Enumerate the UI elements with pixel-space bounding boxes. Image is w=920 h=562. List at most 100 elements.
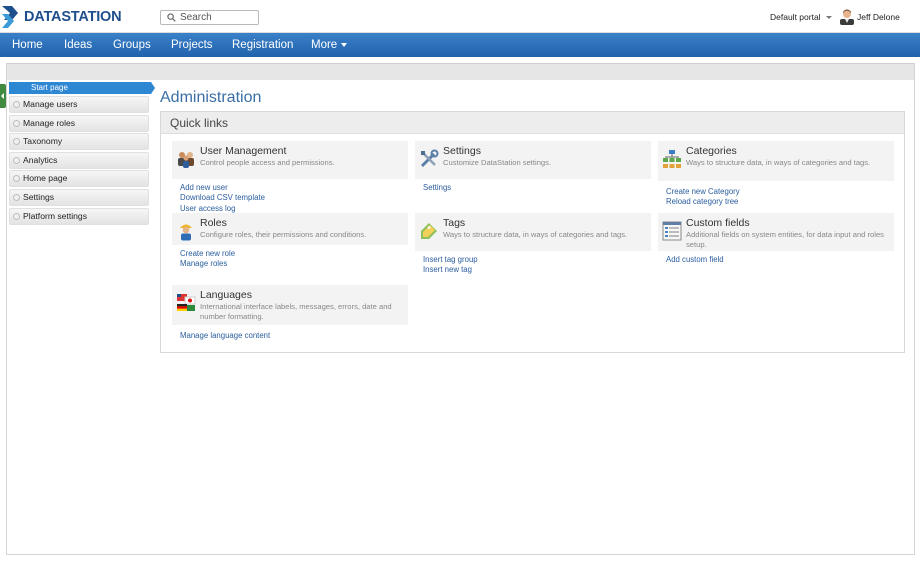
card-title: Tags xyxy=(443,217,466,229)
card-title: Settings xyxy=(443,145,481,157)
download-csv-template-link[interactable]: Download CSV template xyxy=(180,193,408,203)
add-new-user-link[interactable]: Add new user xyxy=(180,183,408,193)
bullet-icon xyxy=(13,212,20,220)
card-links: Manage language content xyxy=(172,325,408,341)
card-links: Insert tag group Insert new tag xyxy=(415,251,651,276)
nav-groups[interactable]: Groups xyxy=(113,33,151,57)
quick-links-panel: Quick links User Management Control peop… xyxy=(160,111,905,353)
card-title: Languages xyxy=(200,289,252,301)
insert-new-tag-link[interactable]: Insert new tag xyxy=(423,265,651,275)
sidebar-item-analytics[interactable]: Analytics xyxy=(9,151,149,169)
worker-icon xyxy=(180,224,192,241)
manage-language-content-link[interactable]: Manage language content xyxy=(180,331,408,341)
sidebar: Start page Manage users Manage roles Tax… xyxy=(9,82,155,226)
logo[interactable]: DATASTATION xyxy=(0,4,122,30)
quick-link-user-management: User Management Control people access an… xyxy=(172,141,408,214)
sidebar-item-start-page[interactable]: Start page xyxy=(9,82,155,94)
bullet-icon xyxy=(13,138,20,146)
sidebar-toggle-button[interactable] xyxy=(0,84,6,108)
page-title: Administration xyxy=(160,89,262,106)
card-description: Ways to structure data, in ways of categ… xyxy=(443,230,628,239)
card-description: Ways to structure data, in ways of categ… xyxy=(686,158,871,167)
frame-top-bar xyxy=(7,63,914,80)
card-description: International interface labels, messages… xyxy=(200,302,392,321)
card-description: Configure roles, their permissions and c… xyxy=(200,230,367,239)
sidebar-item-manage-roles[interactable]: Manage roles xyxy=(9,114,149,132)
brand-name: DATASTATION xyxy=(24,9,122,25)
quick-link-settings: Settings Customize DataStation settings.… xyxy=(415,141,651,193)
card-header: Roles Configure roles, their permissions… xyxy=(172,213,408,245)
portal-select[interactable]: Default portal xyxy=(770,12,832,22)
insert-tag-group-link[interactable]: Insert tag group xyxy=(423,255,651,265)
quick-link-languages: Languages International interface labels… xyxy=(172,285,408,341)
search-icon xyxy=(167,13,176,22)
create-new-role-link[interactable]: Create new role xyxy=(180,249,408,259)
sidebar-item-taxonomy[interactable]: Taxonomy xyxy=(9,133,149,151)
sidebar-item-home-page[interactable]: Home page xyxy=(9,170,149,188)
sidebar-item-label: Taxonomy xyxy=(23,136,63,147)
form-icon xyxy=(662,221,682,241)
quick-link-tags: Tags Ways to structure data, in ways of … xyxy=(415,213,651,276)
user-name: Jeff Delone xyxy=(857,11,900,22)
card-header: Categories Ways to structure data, in wa… xyxy=(658,141,894,181)
search-box[interactable] xyxy=(160,10,259,25)
card-description: Customize DataStation settings. xyxy=(443,158,552,167)
flags-icon xyxy=(177,294,196,311)
nav-more[interactable]: More xyxy=(311,33,348,57)
sidebar-item-label: Manage users xyxy=(23,99,78,109)
sidebar-item-label: Settings xyxy=(23,191,55,202)
chevron-down-icon xyxy=(825,15,832,19)
card-links: Create new Category Reload category tree xyxy=(658,181,894,208)
card-description: Additional fields on system entities, fo… xyxy=(686,230,884,249)
hierarchy-icon xyxy=(663,150,681,168)
search-input[interactable] xyxy=(180,11,250,24)
bullet-icon xyxy=(13,119,20,127)
quick-link-categories: Categories Ways to structure data, in wa… xyxy=(658,141,894,208)
nav-registration[interactable]: Registration xyxy=(232,33,293,57)
nav-ideas[interactable]: Ideas xyxy=(64,33,92,57)
portal-label: Default portal xyxy=(770,12,821,22)
avatar xyxy=(840,9,854,25)
card-title: Roles xyxy=(200,217,227,229)
card-header: Settings Customize DataStation settings. xyxy=(415,141,651,179)
card-description: Control people access and permissions. xyxy=(200,158,335,167)
nav-projects[interactable]: Projects xyxy=(171,33,213,57)
sidebar-item-platform-settings[interactable]: Platform settings xyxy=(9,207,149,225)
main-nav: Home Ideas Groups Projects Registration … xyxy=(0,33,920,57)
add-custom-field-link[interactable]: Add custom field xyxy=(666,255,894,265)
settings-link[interactable]: Settings xyxy=(423,183,651,193)
logo-mark-icon xyxy=(2,6,18,28)
user-menu[interactable]: Jeff Delone xyxy=(840,8,900,25)
card-links: Add new user Download CSV template User … xyxy=(172,179,408,214)
card-links: Add custom field xyxy=(658,251,894,265)
bullet-icon xyxy=(13,101,20,108)
nav-home[interactable]: Home xyxy=(12,33,43,57)
card-title: User Management xyxy=(200,145,287,157)
card-title: Categories xyxy=(686,145,737,157)
tools-icon xyxy=(420,149,439,168)
top-header: DATASTATION Default portal Jeff Delone xyxy=(0,0,920,33)
bullet-icon xyxy=(13,193,20,201)
nav-more-label: More xyxy=(311,39,338,51)
chevron-down-icon xyxy=(341,42,348,47)
card-header: User Management Control people access an… xyxy=(172,141,408,179)
bullet-icon xyxy=(13,175,20,183)
reload-category-tree-link[interactable]: Reload category tree xyxy=(666,197,894,207)
sidebar-item-manage-users[interactable]: Manage users xyxy=(9,96,149,113)
card-header: Custom fields Additional fields on syste… xyxy=(658,213,894,251)
card-header: Tags Ways to structure data, in ways of … xyxy=(415,213,651,251)
card-title: Custom fields xyxy=(686,217,750,229)
create-new-category-link[interactable]: Create new Category xyxy=(666,187,894,197)
manage-roles-link[interactable]: Manage roles xyxy=(180,259,408,269)
card-header: Languages International interface labels… xyxy=(172,285,408,325)
users-icon xyxy=(178,152,194,168)
card-links: Create new role Manage roles xyxy=(172,245,408,270)
bullet-icon xyxy=(13,156,20,164)
card-links: Settings xyxy=(415,179,651,193)
panel-title: Quick links xyxy=(161,112,904,134)
sidebar-item-settings[interactable]: Settings xyxy=(9,188,149,206)
sidebar-item-label: Platform settings xyxy=(23,210,87,221)
quick-link-custom-fields: Custom fields Additional fields on syste… xyxy=(658,213,894,265)
tag-icon xyxy=(421,223,437,239)
sidebar-item-label: Analytics xyxy=(23,154,58,165)
